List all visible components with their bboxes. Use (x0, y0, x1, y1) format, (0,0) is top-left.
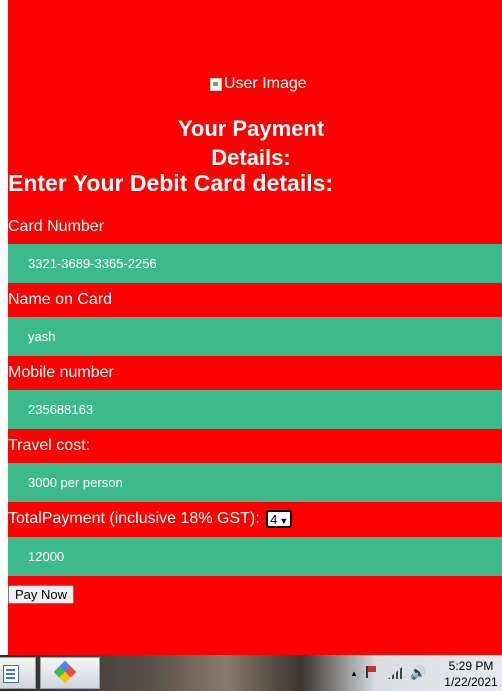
person-count-select[interactable]: 4 ▼ (266, 510, 293, 528)
file-explorer-icon (3, 665, 19, 683)
mobile-number-label: Mobile number (8, 364, 114, 381)
travel-cost-field[interactable]: 3000 per person (8, 463, 502, 502)
app-icon (53, 660, 77, 684)
total-payment-label: TotalPayment (inclusive 18% GST): (8, 510, 260, 528)
pinned-app-button[interactable] (40, 657, 100, 689)
action-center-flag-icon[interactable] (366, 666, 378, 678)
chevron-down-icon: ▼ (279, 516, 289, 526)
system-tray: ▲ 🔊 5:29 PM 1/22/2021 (342, 655, 502, 691)
mobile-number-field[interactable]: 235688163 (8, 390, 502, 429)
pay-now-button[interactable]: Pay Now (8, 585, 75, 604)
clock-time[interactable]: 5:29 PM (442, 659, 500, 673)
person-count-value: 4 (270, 512, 278, 527)
broken-image-icon (209, 76, 223, 92)
name-on-card-label: Name on Card (8, 291, 113, 308)
clock-date[interactable]: 1/22/2021 (442, 675, 500, 689)
user-image-alt-text: User Image (224, 75, 307, 92)
page-title: Your Payment Details: (0, 114, 502, 172)
page-title-text: Your Payment Details: (177, 116, 325, 170)
section-heading: Enter Your Debit Card details: (8, 170, 334, 196)
user-image: User Image (209, 75, 307, 93)
name-on-card-field[interactable]: yash (8, 317, 502, 356)
card-number-field[interactable]: 3321-3689-3365-2256 (8, 244, 502, 283)
network-signal-icon[interactable] (388, 667, 402, 679)
card-number-label: Card Number (8, 218, 105, 235)
file-explorer-button[interactable] (0, 657, 36, 689)
total-payment-field[interactable]: 12000 (8, 537, 502, 576)
show-hidden-icons-arrow[interactable]: ▲ (350, 669, 358, 678)
volume-icon[interactable]: 🔊 (410, 665, 426, 681)
total-payment-row: TotalPayment (inclusive 18% GST): 4 ▼ (8, 510, 293, 528)
taskbar: ▲ 🔊 5:29 PM 1/22/2021 (0, 655, 502, 691)
payment-page: User Image Enter Your Debit Card details… (8, 0, 502, 655)
travel-cost-label: Travel cost: (8, 437, 91, 454)
